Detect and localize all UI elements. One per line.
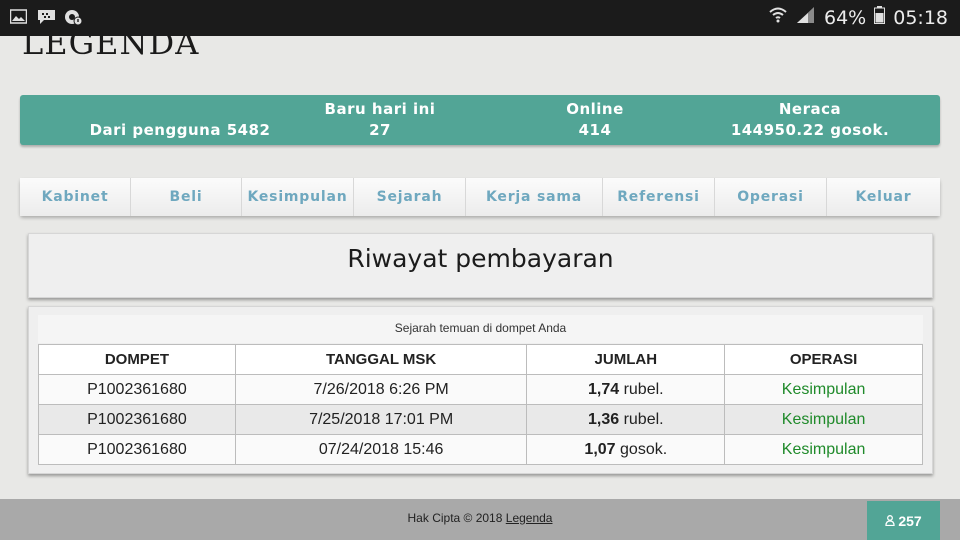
bbm-icon	[37, 9, 55, 24]
copyright-text: Hak Cipta © 2018	[407, 511, 503, 525]
online-users-badge[interactable]: 257	[867, 501, 940, 540]
copyright: Hak Cipta © 2018 Legenda	[0, 511, 960, 525]
table-row: P1002361680 7/25/2018 17:01 PM 1,36 rube…	[38, 404, 923, 435]
online-stat: Online 414	[520, 99, 670, 141]
table-row: P1002361680 7/26/2018 6:26 PM 1,74 rubel…	[38, 374, 923, 405]
col-header-date: TANGGAL MSK	[234, 344, 528, 375]
operation-cell: Kesimpulan	[724, 434, 923, 465]
operation-cell: Kesimpulan	[724, 374, 923, 405]
page-title: Riwayat pembayaran	[347, 244, 614, 273]
today-stat: Baru hari ini 27	[300, 99, 460, 141]
table-caption: Sejarah temuan di dompet Anda	[38, 315, 923, 343]
chrome-icon	[64, 9, 83, 26]
wallet-cell: P1002361680	[38, 404, 236, 435]
today-value: 27	[369, 121, 391, 139]
balance-label: Neraca	[778, 100, 842, 118]
nav-item-operasi[interactable]: Operasi	[715, 178, 827, 216]
balance-value: 144950.22 gosok.	[730, 121, 890, 139]
date-cell: 07/24/2018 15:46	[234, 434, 528, 465]
nav-item-referensi[interactable]: Referensi	[603, 178, 715, 216]
payment-history-table: DOMPET TANGGAL MSK JUMLAH OPERASI P10023…	[38, 344, 923, 465]
payment-history-panel: Sejarah temuan di dompet Anda DOMPET TAN…	[28, 306, 933, 474]
logo-area: LEGENDA	[0, 36, 960, 76]
main-nav: Kabinet Beli Kesimpulan Sejarah Kerja sa…	[20, 178, 940, 216]
date-cell: 7/25/2018 17:01 PM	[234, 404, 528, 435]
table-header-row: DOMPET TANGGAL MSK JUMLAH OPERASI	[38, 344, 923, 375]
wallet-cell: P1002361680	[38, 434, 236, 465]
title-panel: Riwayat pembayaran	[28, 233, 933, 298]
battery-percent: 64%	[824, 6, 867, 29]
nav-item-beli[interactable]: Beli	[131, 178, 242, 216]
footer-link-legenda[interactable]: Legenda	[506, 511, 553, 525]
amount-cell: 1,36 rubel.	[526, 404, 726, 435]
operation-cell: Kesimpulan	[724, 404, 923, 435]
amount-value: 1,07	[584, 440, 616, 458]
amount-unit: rubel.	[623, 380, 664, 398]
nav-item-sejarah[interactable]: Sejarah	[354, 178, 466, 216]
balance-stat: Neraca 144950.22 gosok.	[720, 99, 900, 141]
online-count: 257	[898, 512, 922, 529]
users-label: Dari pengguna	[89, 121, 221, 139]
signal-icon	[796, 6, 816, 29]
nav-item-keluar[interactable]: Keluar	[827, 178, 940, 216]
amount-cell: 1,74 rubel.	[526, 374, 726, 405]
nav-item-kesimpulan[interactable]: Kesimpulan	[242, 178, 354, 216]
wallet-cell: P1002361680	[38, 374, 236, 405]
stats-bar: Dari pengguna 5482 Baru hari ini 27 Onli…	[20, 95, 940, 145]
android-status-bar: 64% 05:18	[0, 0, 960, 36]
nav-item-kerja-sama[interactable]: Kerja sama	[466, 178, 603, 216]
table-row: P1002361680 07/24/2018 15:46 1,07 gosok.…	[38, 434, 923, 465]
today-label: Baru hari ini	[324, 100, 436, 118]
user-icon	[885, 513, 895, 529]
amount-value: 1,36	[587, 410, 620, 428]
col-header-wallet: DOMPET	[38, 344, 236, 375]
col-header-operation: OPERASI	[724, 344, 923, 375]
users-value: 5482	[226, 121, 271, 139]
battery-icon	[874, 6, 886, 29]
site-logo[interactable]: LEGENDA	[22, 36, 199, 64]
footer: Hak Cipta © 2018 Legenda 257	[0, 499, 960, 540]
gallery-icon	[9, 9, 28, 24]
users-stat: Dari pengguna 5482	[80, 120, 280, 141]
date-cell: 7/26/2018 6:26 PM	[234, 374, 528, 405]
amount-unit: gosok.	[620, 440, 668, 458]
nav-item-kabinet[interactable]: Kabinet	[20, 178, 131, 216]
clock-time: 05:18	[893, 6, 948, 29]
amount-value: 1,74	[587, 380, 620, 398]
wifi-icon	[768, 6, 788, 29]
online-label: Online	[566, 100, 624, 118]
online-value: 414	[578, 121, 612, 139]
col-header-amount: JUMLAH	[526, 344, 726, 375]
amount-cell: 1,07 gosok.	[526, 434, 726, 465]
amount-unit: rubel.	[623, 410, 664, 428]
